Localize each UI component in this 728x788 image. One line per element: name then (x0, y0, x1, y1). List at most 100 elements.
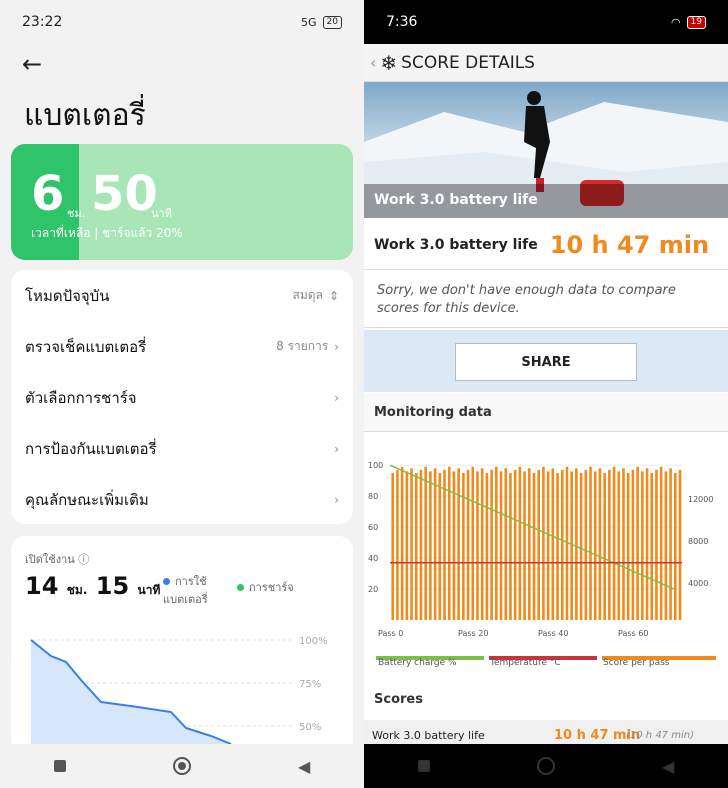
score-bar (655, 469, 658, 620)
nav-bar: ◀ (364, 744, 728, 788)
legend-charge: การชาร์จ (237, 578, 294, 596)
menu-item-battery-protection[interactable]: การป้องกันแบตเตอรี่ › (11, 423, 353, 474)
score-bar (462, 472, 465, 620)
score-bar (556, 472, 559, 620)
y-tick: 20 (368, 585, 378, 594)
score-bar (504, 468, 508, 620)
score-bar (495, 466, 498, 620)
chevron-right-icon: › (334, 390, 339, 405)
score-bar (636, 466, 639, 620)
score-bar (598, 468, 602, 620)
score-bar (546, 471, 550, 620)
updown-icon: ⇕ (328, 288, 339, 303)
score-bar (612, 466, 616, 620)
battery-life-value: 10 h 47 min (549, 230, 710, 259)
back-chevron-icon[interactable]: ‹ (370, 53, 376, 72)
tick-50: 50% (299, 722, 321, 733)
back-icon[interactable]: ◀ (662, 757, 674, 776)
score-bar (400, 466, 404, 620)
score-bar (419, 469, 423, 620)
right-phone: 7:36 ◠ 19 ‹ ❄ SCORE DETAILS Work 3.0 batt… (364, 0, 728, 788)
remaining-minutes: 50 (91, 166, 158, 222)
score-bar (410, 468, 413, 620)
usage-time: 14 ชม. 15 นาที (25, 572, 161, 600)
battery-icon: 20 (322, 15, 342, 29)
share-button[interactable]: SHARE (455, 343, 637, 381)
x-tick: Pass 40 (538, 629, 568, 638)
hero-image: Work 3.0 battery life (364, 82, 728, 218)
recents-icon[interactable] (417, 760, 430, 772)
back-icon[interactable]: ◀ (298, 757, 310, 776)
score-bar (560, 469, 564, 620)
y2-tick: 4000 (688, 579, 708, 588)
score-bar (480, 468, 484, 620)
score-bar (405, 471, 409, 620)
score-bar (471, 466, 475, 620)
score-bar (509, 472, 512, 620)
score-bar (678, 469, 682, 620)
help-icon[interactable]: ⓘ (78, 553, 89, 566)
score-bar (579, 472, 583, 620)
menu-label: ตรวจเช็คแบตเตอรี่ (25, 337, 147, 356)
menu-value: 8 รายการ (276, 339, 329, 353)
y-tick: 80 (368, 492, 378, 501)
score-bar (659, 466, 663, 620)
y-tick: 100 (368, 461, 383, 470)
menu-item-current-mode[interactable]: โหมดปัจจุบัน สมดุล ⇕ (11, 270, 353, 321)
remaining-hours: 6 (31, 166, 65, 222)
menu-label: การป้องกันแบตเตอรี่ (25, 439, 157, 458)
legend-charge: Battery charge % (378, 658, 457, 668)
score-bar (429, 471, 432, 620)
score-bar (518, 466, 522, 620)
score-bar (438, 472, 442, 620)
legend-use: การใช้ แบตเตอรี่ (163, 575, 208, 606)
back-arrow-icon[interactable]: ← (22, 50, 42, 78)
status-bar: 23:22 5G 20 (0, 0, 364, 44)
score-bar (447, 466, 451, 620)
score-bar (641, 471, 644, 620)
score-bar (626, 472, 630, 620)
score-bar (527, 468, 531, 620)
tick-100: 100% (299, 636, 328, 647)
score-bar (669, 468, 672, 620)
score-bar (414, 472, 418, 620)
menu-label: คุณลักษณะเพิ่มเติม (25, 490, 149, 509)
menu-item-charging-options[interactable]: ตัวเลือกการชาร์จ › (11, 372, 353, 423)
score-bar (650, 472, 654, 620)
x-tick: Pass 0 (378, 629, 403, 638)
y2-tick: 8000 (688, 537, 708, 546)
score-bar (476, 471, 479, 620)
settings-menu: โหมดปัจจุบัน สมดุล ⇕ ตรวจเช็คแบตเตอรี่ 8 รา… (11, 270, 353, 524)
score-bar (485, 472, 489, 620)
snowflake-icon: ❄ (380, 50, 398, 75)
scores-title: Scores (374, 692, 423, 707)
score-bar (570, 471, 573, 620)
page-title: แบตเตอรี่ (24, 98, 146, 133)
score-bar (396, 469, 399, 620)
recents-icon[interactable] (53, 760, 66, 772)
signal-label: 5G (301, 15, 317, 29)
home-icon[interactable] (172, 757, 191, 775)
score-bar (664, 471, 668, 620)
status-bar: 7:36 ◠ 19 (364, 0, 728, 44)
home-icon[interactable] (536, 757, 555, 775)
menu-item-more-features[interactable]: คุณลักษณะเพิ่มเติม › (11, 474, 353, 525)
score-bar (513, 469, 517, 620)
score-bar (603, 472, 606, 620)
y2-tick: 12000 (688, 495, 713, 504)
score-bar (433, 468, 437, 620)
score-bar (523, 471, 526, 620)
legend-temp: Temperature °C (490, 658, 561, 668)
hours-unit: ชม. (67, 207, 86, 220)
score-bar (490, 469, 493, 620)
score-bar (584, 469, 588, 620)
score-bar (631, 469, 635, 620)
battery-remaining-card: 6 ชม. 50 นาที เวลาที่เหลือ | ชาร์จแล้ว 2… (11, 144, 353, 260)
score-sub: (10 h 47 min) (626, 729, 694, 741)
chevron-right-icon: › (334, 441, 339, 456)
usage-card: เปิดใช้งาน ⓘ 14 ชม. 15 นาที การใช้ แบตเต… (11, 536, 353, 756)
monitoring-chart: 100 80 60 40 20 12000 8000 4000 Pass 0 Pass 20 Pas… (364, 440, 728, 640)
score-bar (537, 469, 541, 620)
menu-item-battery-check[interactable]: ตรวจเช็คแบตเตอรี่ 8 รายการ › (11, 321, 353, 372)
score-bar (608, 469, 611, 620)
